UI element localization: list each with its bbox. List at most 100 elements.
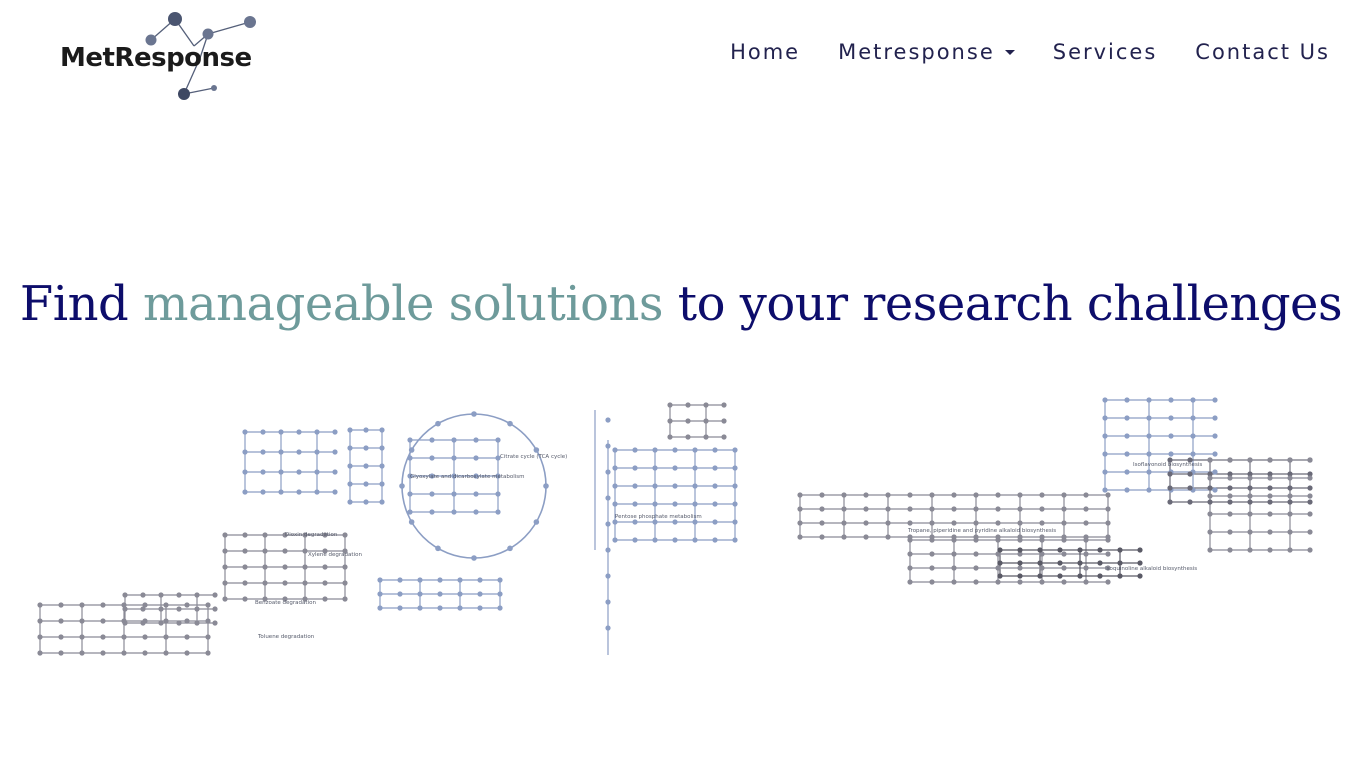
pathway-node bbox=[732, 447, 738, 453]
pathway-node bbox=[1083, 579, 1089, 585]
pathway-node bbox=[1097, 573, 1103, 579]
pathway-node bbox=[721, 434, 727, 440]
pathway-node bbox=[471, 411, 477, 417]
pathway-node bbox=[1212, 397, 1218, 403]
pathway-node bbox=[122, 606, 128, 612]
pathway-node bbox=[1105, 520, 1111, 526]
pathway-node bbox=[262, 532, 268, 538]
pathway-node bbox=[79, 618, 85, 624]
pathway-node bbox=[296, 489, 302, 495]
nav-metresponse-dropdown[interactable]: Metresponse bbox=[838, 40, 1015, 64]
pathway-node bbox=[1146, 415, 1152, 421]
pathway-node bbox=[332, 429, 338, 435]
pathway-node bbox=[1124, 433, 1130, 439]
pathway-node bbox=[632, 501, 638, 507]
pathway-node bbox=[429, 491, 435, 497]
pathway-node bbox=[1146, 487, 1152, 493]
pathway-node bbox=[929, 506, 935, 512]
pathway-node bbox=[1061, 492, 1067, 498]
pathway-node bbox=[222, 596, 228, 602]
pathway-node bbox=[184, 602, 190, 608]
pathway-node bbox=[605, 625, 611, 631]
pathway-node bbox=[262, 548, 268, 554]
pathway-node bbox=[278, 449, 284, 455]
pathway-node bbox=[712, 537, 718, 543]
pathway-node bbox=[473, 437, 479, 443]
pathway-label: Isoquinoline alkaloid biosynthesis bbox=[1105, 566, 1197, 572]
pathway-node bbox=[732, 537, 738, 543]
pathway-node bbox=[1187, 485, 1193, 491]
pathway-node bbox=[1190, 451, 1196, 457]
pathway-label: Xylene degradation bbox=[308, 552, 362, 558]
brand-logo[interactable]: MetResponse bbox=[58, 8, 278, 104]
pathway-node bbox=[122, 592, 128, 598]
pathway-node bbox=[605, 547, 611, 553]
pathway-node bbox=[885, 534, 891, 540]
pathway-node bbox=[1207, 499, 1213, 505]
pathway-node bbox=[885, 506, 891, 512]
pathway-node bbox=[1083, 520, 1089, 526]
pathway-node bbox=[1017, 506, 1023, 512]
pathway-node bbox=[379, 481, 385, 487]
pathway-node bbox=[652, 519, 658, 525]
pathway-node bbox=[140, 620, 146, 626]
pathway-node bbox=[652, 483, 658, 489]
pathway-node bbox=[1017, 537, 1023, 543]
pathway-node bbox=[951, 579, 957, 585]
pathway-node bbox=[100, 618, 106, 624]
pathway-label: Dioxin degradation bbox=[285, 532, 338, 538]
pathway-node bbox=[495, 509, 501, 515]
pathway-node bbox=[507, 545, 513, 552]
nav-contact-us[interactable]: Contact Us bbox=[1195, 40, 1330, 64]
pathway-node bbox=[282, 548, 288, 554]
pathway-node bbox=[632, 447, 638, 453]
pathway-node bbox=[797, 506, 803, 512]
pathway-node bbox=[907, 537, 913, 543]
pathway-node bbox=[1061, 551, 1067, 557]
pathway-node bbox=[973, 579, 979, 585]
pathway-node bbox=[632, 465, 638, 471]
pathway-label: Citrate cycle (TCA cycle) bbox=[500, 454, 567, 460]
pathway-node bbox=[1124, 415, 1130, 421]
pathway-node bbox=[1137, 573, 1143, 579]
pathway-node bbox=[242, 449, 248, 455]
pathway-node bbox=[951, 537, 957, 543]
pathway-node bbox=[1017, 492, 1023, 498]
pathway-node bbox=[379, 427, 385, 433]
nav-services[interactable]: Services bbox=[1053, 40, 1158, 64]
pathway-node bbox=[997, 560, 1003, 566]
pathway-node bbox=[58, 650, 64, 656]
pathway-node bbox=[1105, 579, 1111, 585]
pathway-node bbox=[863, 506, 869, 512]
pathway-node bbox=[342, 596, 348, 602]
pathway-node bbox=[1190, 433, 1196, 439]
pathway-node bbox=[1287, 547, 1293, 553]
pathway-node bbox=[692, 501, 698, 507]
pathway-node bbox=[885, 520, 891, 526]
pathway-node bbox=[692, 465, 698, 471]
pathway-node bbox=[121, 634, 127, 640]
pathway-node bbox=[377, 605, 383, 611]
pathway-node bbox=[163, 634, 169, 640]
pathway-node bbox=[457, 577, 463, 583]
nav-home[interactable]: Home bbox=[730, 40, 800, 64]
pathway-node bbox=[140, 606, 146, 612]
pathway-node bbox=[841, 506, 847, 512]
pathway-node bbox=[332, 489, 338, 495]
pathway-node bbox=[732, 519, 738, 525]
pathway-node bbox=[1039, 506, 1045, 512]
pathway-node bbox=[282, 564, 288, 570]
pathway-node bbox=[973, 492, 979, 498]
pathway-node bbox=[1212, 469, 1218, 475]
pathway-node bbox=[612, 519, 618, 525]
pathway-node bbox=[652, 501, 658, 507]
pathway-node bbox=[417, 577, 423, 583]
pathway-node bbox=[58, 602, 64, 608]
pathway-node bbox=[1037, 560, 1043, 566]
pathway-node bbox=[1057, 560, 1063, 566]
pathway-node bbox=[1207, 493, 1213, 499]
pathway-node bbox=[451, 455, 457, 461]
pathway-node bbox=[732, 483, 738, 489]
pathway-node bbox=[451, 491, 457, 497]
pathway-node bbox=[997, 547, 1003, 553]
